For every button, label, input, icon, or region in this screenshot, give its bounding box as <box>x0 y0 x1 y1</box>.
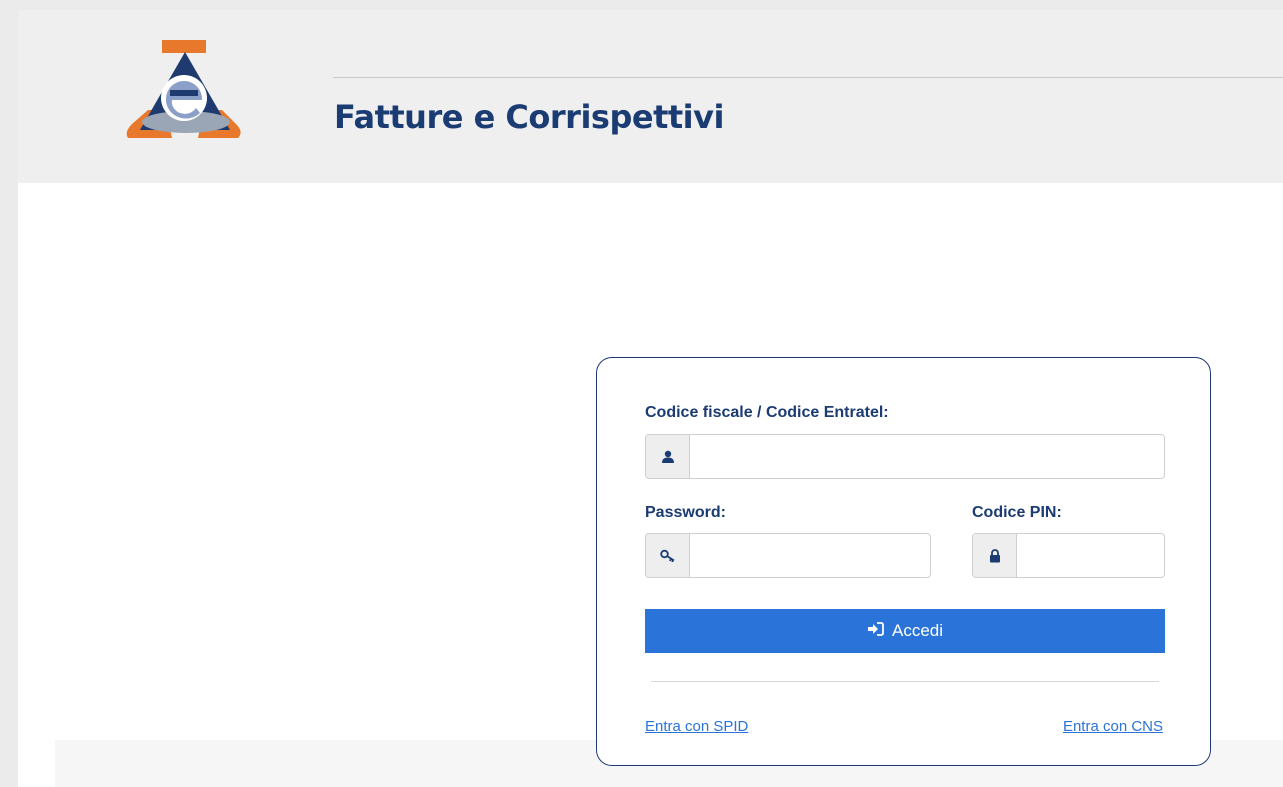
cns-login-link[interactable]: Entra con CNS <box>1063 718 1163 735</box>
app-title: Fatture e Corrispettivi <box>334 98 724 136</box>
username-label: Codice fiscale / Codice Entratel: <box>645 404 889 421</box>
username-input[interactable] <box>690 435 1164 478</box>
key-icon <box>646 534 690 577</box>
accedi-button[interactable]: Accedi <box>645 609 1165 653</box>
agenzia-entrate-logo-icon <box>126 38 244 140</box>
divider <box>651 681 1159 682</box>
lock-icon <box>973 534 1017 577</box>
pin-field-group <box>972 533 1165 578</box>
header: Fatture e Corrispettivi <box>18 10 1283 183</box>
password-field-group <box>645 533 931 578</box>
header-divider <box>333 77 1283 78</box>
pin-label: Codice PIN: <box>972 504 1062 521</box>
username-field-group <box>645 434 1165 479</box>
login-panel: Codice fiscale / Codice Entratel: Passwo… <box>596 357 1211 766</box>
sign-in-icon <box>867 621 884 641</box>
spid-login-link[interactable]: Entra con SPID <box>645 718 748 735</box>
password-label: Password: <box>645 504 726 521</box>
user-icon <box>646 435 690 478</box>
page: Fatture e Corrispettivi Codice fiscale /… <box>18 10 1283 787</box>
password-input[interactable] <box>690 534 930 577</box>
pin-input[interactable] <box>1017 534 1164 577</box>
accedi-button-label: Accedi <box>891 621 944 640</box>
